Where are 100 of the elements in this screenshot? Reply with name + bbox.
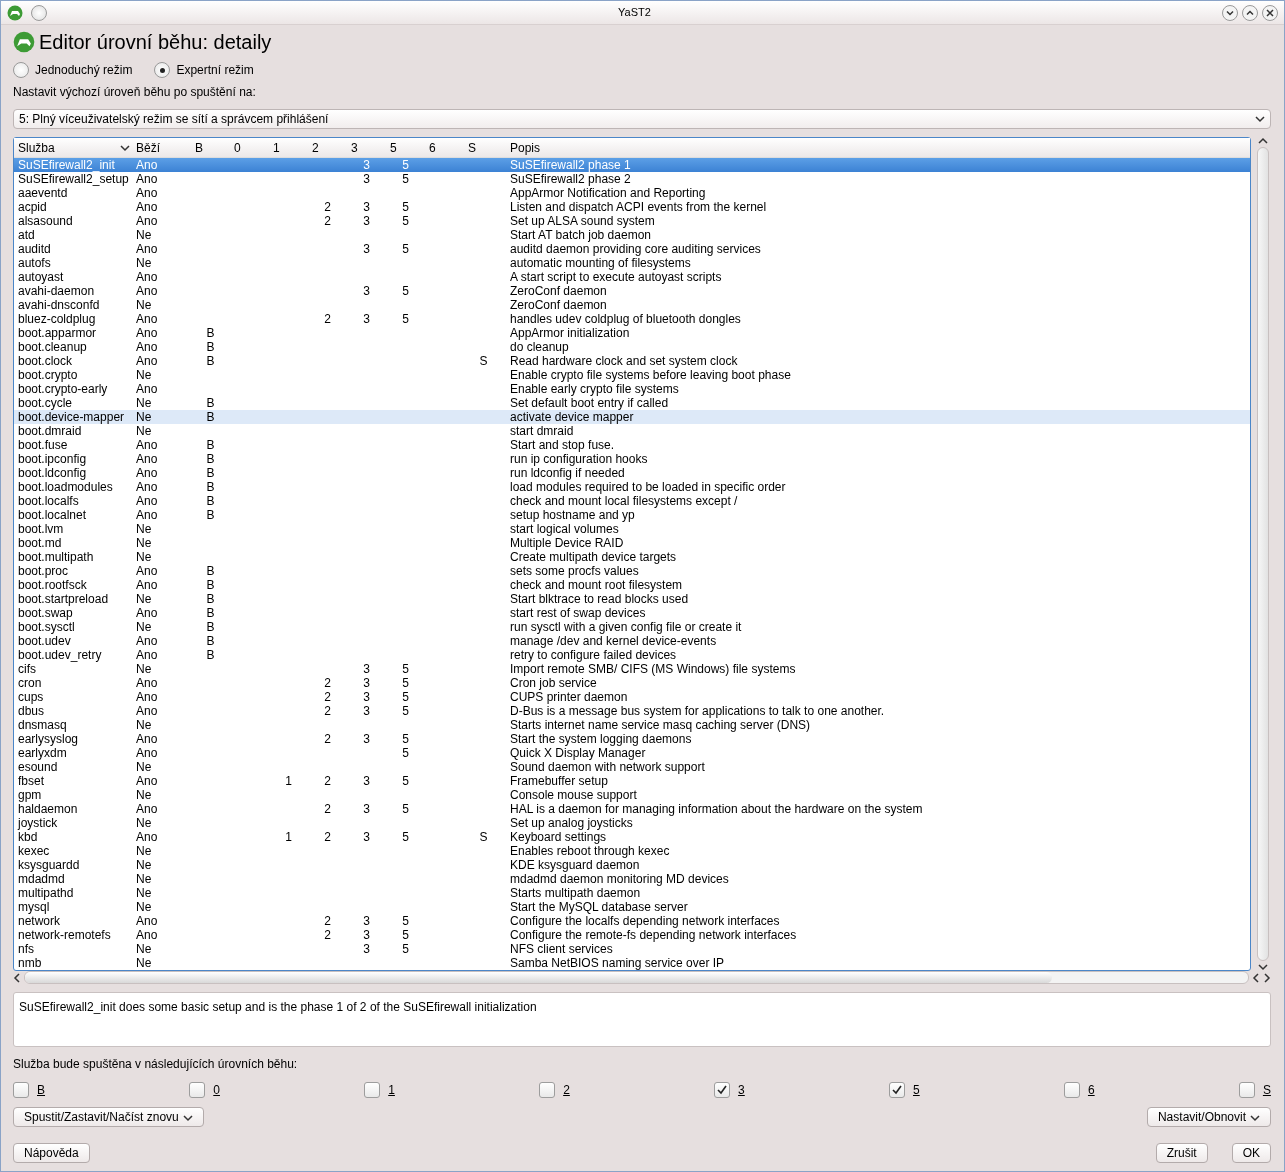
table-row[interactable]: boot.clock Ano B S Read hardware clock and set system clock xyxy=(14,354,1251,368)
table-row[interactable]: boot.udev Ano B manage /dev and kernel device-events xyxy=(14,634,1251,648)
checkbox-label[interactable]: 6 xyxy=(1087,1081,1095,1099)
table-row[interactable]: bluez-coldplug Ano 2 3 5 handles udev coldplug of bluetooth dongles xyxy=(14,312,1251,326)
scroll-down-icon[interactable] xyxy=(1258,963,1268,971)
table-row[interactable]: boot.lvm Ne start logical volumes xyxy=(14,522,1251,536)
table-row[interactable]: boot.crypto-early Ano Enable early crypto file systems xyxy=(14,382,1251,396)
table-row[interactable]: fbset Ano 1 2 3 5 Framebuffer setup xyxy=(14,774,1251,788)
checkbox[interactable] xyxy=(539,1082,556,1098)
table-row[interactable]: boot.localnet Ano B setup hostname and yp xyxy=(14,508,1251,522)
table-row[interactable]: kbd Ano 1 2 3 5 S Keyboard settings xyxy=(14,830,1251,844)
table-row[interactable]: cron Ano 2 3 5 Cron job service xyxy=(14,676,1251,690)
table-row[interactable]: avahi-daemon Ano 3 5 ZeroConf daemon xyxy=(14,284,1251,298)
checkbox[interactable] xyxy=(13,1082,29,1098)
checkbox-label[interactable]: 0 xyxy=(213,1081,220,1099)
checkbox-label[interactable]: 3 xyxy=(738,1081,745,1099)
checkbox-label[interactable]: 1 xyxy=(388,1081,395,1099)
table-row[interactable]: boot.ldconfig Ano B run ldconfig if needed xyxy=(14,466,1251,480)
vertical-scrollbar[interactable] xyxy=(1255,137,1271,971)
table-row[interactable]: cups Ano 2 3 5 CUPS printer daemon xyxy=(14,690,1251,704)
table-row[interactable]: boot.device-mapper Ne B activate device mapper xyxy=(14,410,1251,424)
table-row[interactable]: gpm Ne Console mouse support xyxy=(14,788,1251,802)
table-row[interactable]: esound Ne Sound daemon with network support xyxy=(14,760,1251,774)
table-row[interactable]: boot.startpreload Ne B Start blktrace to read blocks used xyxy=(14,592,1251,606)
table-row[interactable]: boot.fuse Ano B Start and stop fuse. xyxy=(14,438,1251,452)
table-row[interactable]: nmb Ne Samba NetBIOS naming service over IP xyxy=(14,956,1251,970)
checkbox[interactable] xyxy=(714,1082,731,1098)
scroll-left-icon[interactable] xyxy=(1252,972,1260,983)
column-header[interactable]: B xyxy=(191,138,230,157)
checkbox-label[interactable]: 5 xyxy=(913,1081,920,1099)
table-row[interactable]: joystick Ne Set up analog joysticks xyxy=(14,816,1251,830)
checkbox-label[interactable]: S xyxy=(1262,1081,1271,1099)
checkbox-label[interactable]: 2 xyxy=(563,1081,570,1099)
checkbox-label[interactable]: B xyxy=(37,1081,45,1099)
table-row[interactable]: cifs Ne 3 5 Import remote SMB/ CIFS (MS Windows) file systems xyxy=(14,662,1251,676)
table-row[interactable]: boot.rootfsck Ano B check and mount root filesystem xyxy=(14,578,1251,592)
table-row[interactable]: boot.swap Ano B start rest of swap devices xyxy=(14,606,1251,620)
table-row[interactable]: network-remotefs Ano 2 3 5 Configure the remote-fs depending network interfaces xyxy=(14,928,1251,942)
default-runlevel-dropdown[interactable]: 5: Plný víceuživatelský režim se sítí a správcem přihlášení xyxy=(13,109,1271,129)
radio-label[interactable]: Jednoduchý režim xyxy=(35,61,133,79)
table-row[interactable]: autofs Ne automatic mounting of filesystems xyxy=(14,256,1251,270)
radio-label[interactable]: Expertní režim xyxy=(176,61,254,79)
table-row[interactable]: acpid Ano 2 3 5 Listen and dispatch ACPI events from the kernel xyxy=(14,200,1251,214)
column-header[interactable]: S xyxy=(464,138,503,157)
checkbox[interactable] xyxy=(889,1082,905,1098)
table-row[interactable]: multipathd Ne Starts multipath daemon xyxy=(14,886,1251,900)
ok-button[interactable]: OK xyxy=(1231,1143,1271,1163)
column-header[interactable]: Běží xyxy=(134,138,191,157)
table-row[interactable]: atd Ne Start AT batch job daemon xyxy=(14,228,1251,242)
checkbox[interactable] xyxy=(1238,1082,1255,1098)
table-row[interactable]: boot.cycle Ne B Set default boot entry if called xyxy=(14,396,1251,410)
app-icon[interactable] xyxy=(7,4,23,21)
table-row[interactable]: boot.dmraid Ne start dmraid xyxy=(14,424,1251,438)
table-row[interactable]: earlysyslog Ano 2 3 5 Start the system logging daemons xyxy=(14,732,1251,746)
table-row[interactable]: mysql Ne Start the MySQL database server xyxy=(14,900,1251,914)
table-row[interactable]: boot.proc Ano B sets some procfs values xyxy=(14,564,1251,578)
table-row[interactable]: nfs Ne 3 5 NFS client services xyxy=(14,942,1251,956)
table-row[interactable]: kexec Ne Enables reboot through kexec xyxy=(14,844,1251,858)
table-row[interactable]: alsasound Ano 2 3 5 Set up ALSA sound system xyxy=(14,214,1251,228)
help-button[interactable]: Nápověda xyxy=(13,1143,90,1163)
minimize-icon[interactable] xyxy=(1222,4,1238,21)
table-row[interactable]: boot.md Ne Multiple Device RAID xyxy=(14,536,1251,550)
table-row[interactable]: SuSEfirewall2_setup Ano 3 5 SuSEfirewall2 phase 2 xyxy=(14,172,1251,186)
table-row[interactable]: dnsmasq Ne Starts internet name service masq caching server (DNS) xyxy=(14,718,1251,732)
table-row[interactable]: autoyast Ano A start script to execute autoyast scripts xyxy=(14,270,1251,284)
table-row[interactable]: avahi-dnsconfd Ne ZeroConf daemon xyxy=(14,298,1251,312)
checkbox[interactable] xyxy=(1063,1082,1080,1098)
checkbox[interactable] xyxy=(364,1082,381,1098)
table-row[interactable]: ksysguardd Ne KDE ksysguard daemon xyxy=(14,858,1251,872)
table-row[interactable]: boot.udev_retry Ano B retry to configure failed devices xyxy=(14,648,1251,662)
table-row[interactable]: boot.localfs Ano B check and mount local filesystems except / xyxy=(14,494,1251,508)
checkbox[interactable] xyxy=(189,1082,206,1098)
table-row[interactable]: dbus Ano 2 3 5 D-Bus is a message bus system for applications to talk to one another. xyxy=(14,704,1251,718)
maximize-icon[interactable] xyxy=(1242,4,1258,21)
table-row[interactable]: boot.cleanup Ano B do cleanup xyxy=(14,340,1251,354)
horizontal-scrollbar[interactable] xyxy=(13,971,1271,985)
scroll-left-icon[interactable] xyxy=(13,972,21,983)
table-row[interactable]: boot.sysctl Ne B run sysctl with a given config file or create it xyxy=(14,620,1251,634)
radio-button[interactable] xyxy=(13,62,29,78)
table-row[interactable]: earlyxdm Ano 5 Quick X Display Manager xyxy=(14,746,1251,760)
table-row[interactable]: boot.loadmodules Ano B load modules required to be loaded in specific order xyxy=(14,480,1251,494)
cancel-button[interactable]: Zrušit xyxy=(1155,1143,1208,1163)
scroll-up-icon[interactable] xyxy=(1258,137,1268,145)
table-row[interactable]: boot.multipath Ne Create multipath device targets xyxy=(14,550,1251,564)
column-header[interactable]: 5 xyxy=(386,138,425,157)
column-header[interactable]: 2 xyxy=(308,138,347,157)
column-header[interactable]: 1 xyxy=(269,138,308,157)
scroll-right-icon[interactable] xyxy=(1263,972,1271,983)
table-row[interactable]: auditd Ano 3 5 auditd daemon providing core auditing services xyxy=(14,242,1251,256)
column-header[interactable]: 6 xyxy=(425,138,464,157)
table-row[interactable]: boot.apparmor Ano B AppArmor initialization xyxy=(14,326,1251,340)
table-row[interactable]: boot.ipconfig Ano B run ip configuration hooks xyxy=(14,452,1251,466)
table-row[interactable]: mdadmd Ne mdadmd daemon monitoring MD devices xyxy=(14,872,1251,886)
table-row[interactable]: haldaemon Ano 2 3 5 HAL is a daemon for managing information about the hardware on the system xyxy=(14,802,1251,816)
column-header[interactable]: Popis xyxy=(503,138,1251,157)
column-header[interactable]: 0 xyxy=(230,138,269,157)
window-menu-button[interactable] xyxy=(31,4,47,21)
column-header[interactable]: 3 xyxy=(347,138,386,157)
table-row[interactable]: aaeventd Ano AppArmor Notification and Reporting xyxy=(14,186,1251,200)
services-table[interactable] xyxy=(13,137,1252,971)
